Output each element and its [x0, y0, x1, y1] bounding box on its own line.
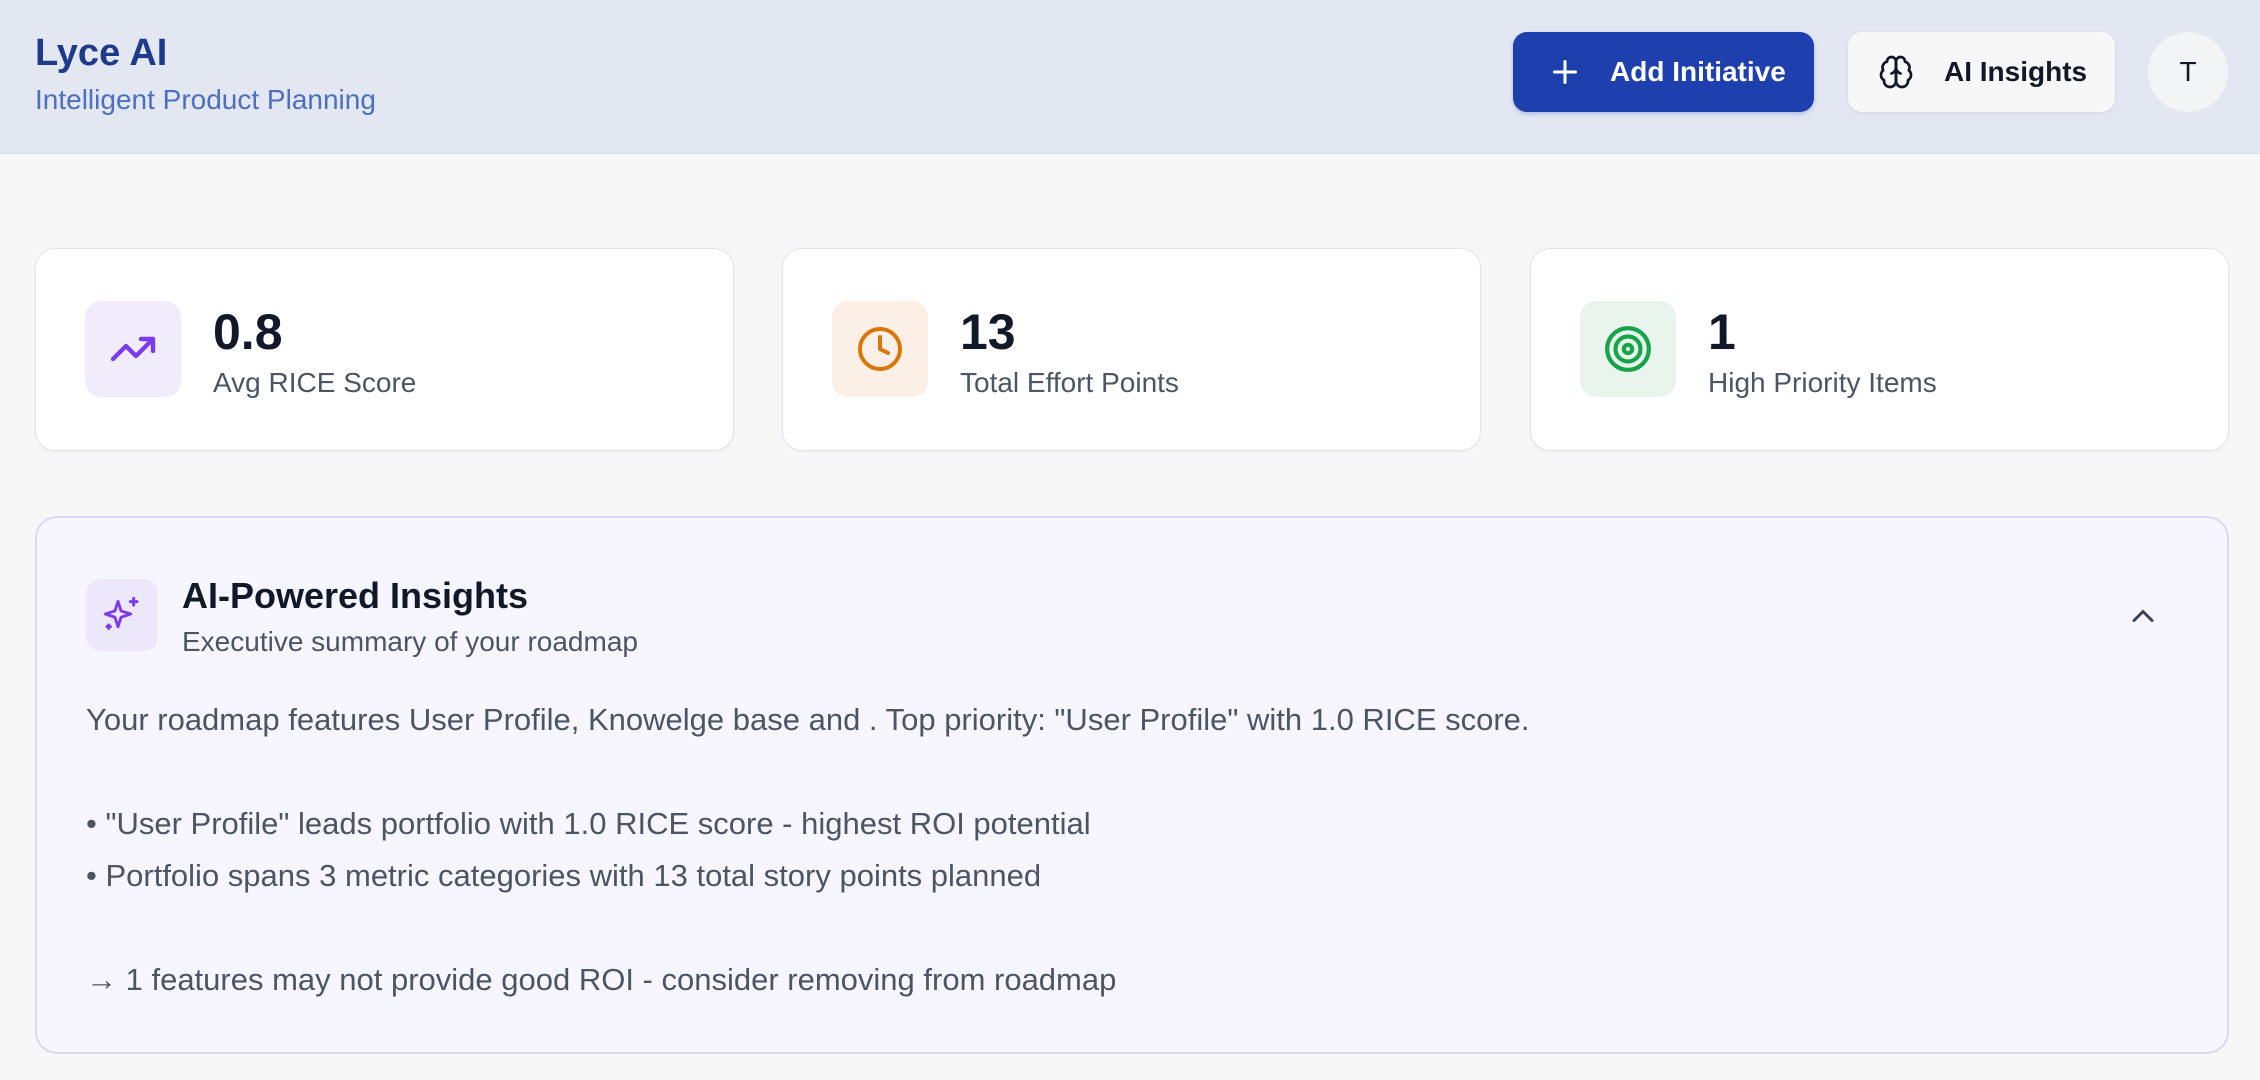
stat-value: 13 — [960, 304, 1016, 360]
stat-label: Total Effort Points — [960, 367, 1179, 398]
add-initiative-button[interactable]: Add Initiative — [1513, 32, 1814, 112]
stat-value: 1 — [1708, 304, 1736, 360]
stat-card-total-effort: 13 Total Effort Points — [782, 248, 1481, 451]
chevron-up-icon[interactable] — [2125, 598, 2161, 634]
stat-icon-box — [85, 301, 181, 397]
sparkles-icon — [103, 596, 139, 630]
add-initiative-label: Add Initiative — [1610, 56, 1786, 87]
insights-bullet: • "User Profile" leads portfolio with 1.… — [86, 806, 1091, 841]
stat-icon-box — [1580, 301, 1676, 397]
ai-insights-button[interactable]: AI Insights — [1848, 32, 2115, 112]
stat-value: 0.8 — [213, 304, 283, 360]
app-title: Lyce AI — [35, 32, 168, 74]
user-avatar[interactable]: T — [2148, 32, 2228, 112]
ai-insights-panel: AI-Powered Insights Executive summary of… — [35, 516, 2229, 1054]
brain-icon — [1879, 55, 1913, 89]
stat-card-avg-rice: 0.8 Avg RICE Score — [35, 248, 734, 451]
trending-up-icon — [110, 336, 156, 362]
stat-label: High Priority Items — [1708, 367, 1937, 398]
insights-bullet: • Portfolio spans 3 metric categories wi… — [86, 858, 1042, 893]
stat-label: Avg RICE Score — [213, 367, 417, 398]
plus-icon — [1553, 60, 1577, 84]
app-subtitle: Intelligent Product Planning — [35, 84, 376, 115]
clock-icon — [858, 327, 902, 371]
insights-icon-box — [86, 579, 158, 651]
insights-title: AI-Powered Insights — [182, 575, 529, 616]
app-header: Lyce AI Intelligent Product Planning Add… — [0, 0, 2260, 154]
stat-card-high-priority: 1 High Priority Items — [1530, 248, 2229, 451]
target-icon — [1605, 326, 1651, 372]
ai-insights-label: AI Insights — [1944, 56, 2088, 87]
stat-icon-box — [832, 301, 928, 397]
insights-recommendation: → 1 features may not provide good ROI - … — [86, 962, 1117, 997]
insights-summary: Your roadmap features User Profile, Know… — [86, 702, 1530, 737]
insights-subtitle: Executive summary of your roadmap — [182, 626, 638, 657]
